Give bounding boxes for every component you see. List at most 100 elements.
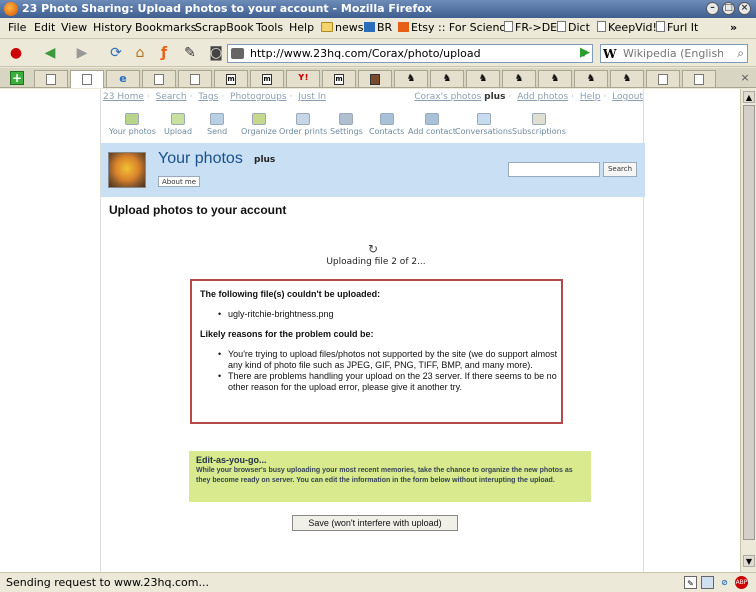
link-tags[interactable]: Tags [198, 92, 218, 102]
browser-tab[interactable]: ♞ [574, 70, 608, 87]
search-magnifier-icon[interactable]: ⌕ [737, 46, 744, 61]
browser-tab[interactable] [142, 70, 176, 87]
browser-tab[interactable]: m [322, 70, 356, 87]
menu-scrapbook[interactable]: ScrapBook [195, 21, 254, 34]
bookmark-br[interactable]: BR [364, 21, 392, 34]
home-icon[interactable]: ⌂ [130, 44, 150, 62]
br-icon [364, 22, 375, 32]
pencil-status-icon[interactable]: ✎ [684, 576, 697, 589]
camera-screenshot-icon[interactable]: ◙ [206, 44, 226, 62]
page-favicon-icon [154, 74, 164, 85]
search-box[interactable]: W ⌕ [600, 44, 748, 63]
page-icon [504, 21, 513, 32]
minimize-button[interactable]: – [706, 2, 719, 15]
browser-tab[interactable]: m [214, 70, 248, 87]
browser-tab[interactable]: ♞ [394, 70, 428, 87]
go-arrow-icon[interactable]: ▶ [577, 45, 593, 61]
bookmark-keepvid[interactable]: KeepVid! [597, 21, 657, 34]
site-nav: Your photos Upload Send Organize Order print… [101, 113, 645, 143]
browser-tab[interactable] [70, 70, 104, 88]
nav-send[interactable]: Send [207, 113, 227, 136]
browser-tab[interactable]: m [250, 70, 284, 87]
menu-tools[interactable]: Tools [256, 21, 283, 34]
scroll-down-arrow-icon[interactable]: ▼ [743, 555, 755, 567]
bookmark-dict[interactable]: Dict [557, 21, 590, 34]
scroll-up-arrow-icon[interactable]: ▲ [743, 91, 755, 103]
nav-order-prints[interactable]: Order prints [279, 113, 327, 136]
bookmark-news[interactable]: news [321, 21, 363, 34]
bookmark-etsy[interactable]: Etsy :: For Science [398, 21, 512, 34]
reload-icon[interactable]: ⟳ [106, 44, 126, 62]
feed-icon[interactable]: ƒ [154, 44, 174, 62]
scroll-thumb[interactable] [743, 105, 755, 540]
browser-tab[interactable] [34, 70, 68, 87]
link-add-photos[interactable]: Add photos [517, 92, 568, 102]
about-me-button[interactable]: About me [158, 176, 201, 187]
browser-tab[interactable]: ♞ [610, 70, 644, 87]
menu-file[interactable]: File [8, 21, 26, 34]
nav-settings[interactable]: Settings [330, 113, 363, 136]
browser-tab[interactable]: Y! [286, 70, 320, 87]
forward-button[interactable]: ▶ [72, 44, 92, 62]
save-button[interactable]: Save (won't interfere with upload) [292, 515, 458, 531]
browser-tab[interactable] [358, 70, 392, 87]
link-just-in[interactable]: Just In [298, 92, 326, 102]
link-search[interactable]: Search [156, 92, 187, 102]
bookmark-furl-it[interactable]: Furl It [656, 21, 698, 34]
menu-edit[interactable]: Edit [34, 21, 55, 34]
dog-favicon-icon: ♞ [550, 74, 560, 84]
browser-tab[interactable] [178, 70, 212, 87]
browser-tab[interactable]: ♞ [502, 70, 536, 87]
shield-status-icon[interactable]: ⊘ [718, 576, 731, 589]
browser-tab[interactable]: e [106, 70, 140, 87]
browser-tab[interactable] [646, 70, 680, 87]
maximize-button[interactable]: □ [722, 2, 735, 15]
document-status-icon[interactable] [701, 576, 714, 589]
browser-tab[interactable]: ♞ [430, 70, 464, 87]
menu-history[interactable]: History [93, 21, 132, 34]
nav-subscriptions[interactable]: Subscriptions [512, 113, 566, 136]
browser-tab[interactable]: ♞ [466, 70, 500, 87]
link-photogroups[interactable]: Photogroups [230, 92, 287, 102]
menu-view[interactable]: View [61, 21, 87, 34]
close-window-button[interactable]: × [738, 2, 751, 15]
page-icon [597, 21, 606, 32]
reasons-title: Likely reasons for the problem could be: [200, 329, 374, 339]
tab-strip: + e m m Y! m ♞ ♞ ♞ ♞ ♞ ♞ ♞ × [0, 68, 756, 88]
nav-add-contact[interactable]: Add contact [408, 113, 456, 136]
url-input[interactable] [250, 47, 570, 60]
nav-conversations[interactable]: Conversations [455, 113, 512, 136]
page-favicon-icon [658, 74, 668, 85]
close-tab-icon[interactable]: × [738, 71, 752, 85]
bookmark-fr-de[interactable]: FR->DE [504, 21, 557, 34]
link-23-home[interactable]: 23 Home [103, 92, 144, 102]
etsy-icon [398, 22, 409, 32]
nav-your-photos[interactable]: Your photos [109, 113, 156, 136]
link-logout[interactable]: Logout [612, 92, 643, 102]
browser-tab[interactable]: ♞ [538, 70, 572, 87]
nav-contacts[interactable]: Contacts [369, 113, 404, 136]
adblock-icon[interactable]: ABP [735, 576, 748, 589]
edit-pencil-icon[interactable]: ✎ [180, 44, 200, 62]
menu-bookmarks[interactable]: Bookmarks [135, 21, 196, 34]
stop-record-icon[interactable]: ● [6, 44, 26, 62]
link-help[interactable]: Help [580, 92, 601, 102]
vertical-scrollbar[interactable]: ▲ ▼ [740, 89, 756, 572]
url-bar[interactable]: ▼ [227, 44, 593, 63]
bookmarks-overflow-chevron-icon[interactable]: » [730, 21, 737, 34]
back-button[interactable]: ◀ [40, 44, 60, 62]
link-coraxs-photos[interactable]: Corax's photos [414, 92, 481, 102]
reasons-list: You're trying to upload files/photos not… [218, 349, 558, 393]
wikipedia-icon[interactable]: W [603, 47, 619, 61]
site-search-button[interactable]: Search [603, 162, 637, 177]
new-tab-plus-icon[interactable]: + [10, 71, 24, 85]
photos-icon [125, 113, 140, 125]
site-search-input[interactable] [508, 162, 600, 177]
avatar[interactable] [108, 152, 146, 188]
nav-upload[interactable]: Upload [164, 113, 192, 136]
nav-label: Organize [241, 127, 277, 136]
nav-organize[interactable]: Organize [241, 113, 277, 136]
web-search-input[interactable] [623, 47, 723, 60]
menu-help[interactable]: Help [289, 21, 314, 34]
browser-tab[interactable] [682, 70, 716, 87]
